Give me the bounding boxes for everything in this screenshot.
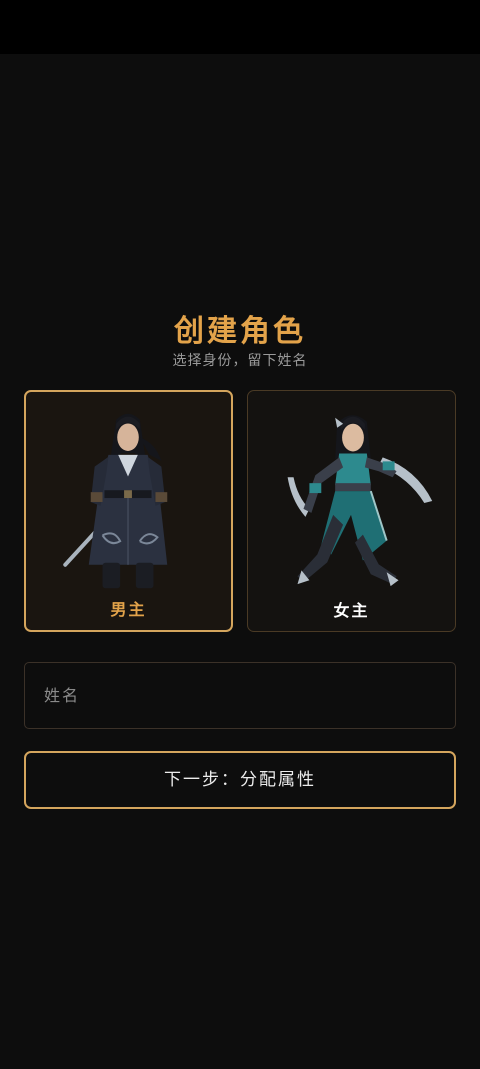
character-label-female: 女主 [333,601,370,620]
character-card-male[interactable]: 男主 [24,390,233,632]
character-label-male: 男主 [110,600,147,619]
character-card-female[interactable]: 女主 [247,390,456,632]
status-bar [0,0,480,54]
page-title: 创建角色 [174,314,306,349]
next-step-button[interactable]: 下一步：分配属性 [24,751,456,809]
male-swordsman-icon [63,413,168,589]
name-input[interactable] [24,662,456,729]
page-subtitle: 选择身份，留下姓名 [172,353,308,369]
female-blade-dancer-icon [287,415,433,587]
